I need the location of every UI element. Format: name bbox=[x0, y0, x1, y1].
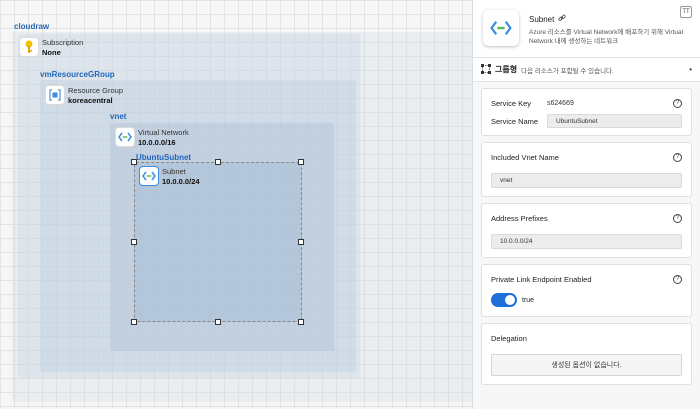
private-link-card: Private Link Endpoint Enabled ? true bbox=[481, 264, 692, 317]
properties-panel: Subnet Azure 리소스를 Virtual Network에 배포하기 … bbox=[472, 0, 700, 409]
subnet-label: Subnet bbox=[162, 167, 186, 176]
delegation-label: Delegation bbox=[491, 333, 527, 343]
private-link-value: true bbox=[522, 296, 535, 304]
virtual-network-node[interactable]: Virtual Network 10.0.0.0/16 bbox=[116, 128, 189, 148]
resize-handle-ml[interactable] bbox=[131, 239, 137, 245]
panel-title-row: Subnet bbox=[529, 14, 566, 24]
key-icon bbox=[20, 38, 38, 56]
subscription-label: Subscription bbox=[42, 38, 84, 47]
service-key-label: Service Key bbox=[491, 98, 532, 108]
panel-title: Subnet bbox=[529, 14, 555, 24]
resource-group-label: Resource Group bbox=[68, 86, 124, 95]
subnet-value: 10.0.0.0/24 bbox=[162, 177, 200, 186]
resize-handle-br[interactable] bbox=[298, 319, 304, 325]
private-link-label: Private Link Endpoint Enabled bbox=[491, 274, 592, 284]
subscription-node[interactable]: Subscription None bbox=[20, 38, 83, 58]
group-dot: • bbox=[689, 65, 692, 74]
panel-header: Subnet Azure 리소스를 Virtual Network에 배포하기 … bbox=[473, 0, 700, 58]
resource-group-icon bbox=[46, 86, 64, 104]
virtual-network-value: 10.0.0.0/16 bbox=[138, 138, 176, 147]
vnet-name-card: Included Vnet Name ? vnet bbox=[481, 142, 692, 197]
group-icon bbox=[481, 63, 491, 76]
resource-group-value: koreacentral bbox=[68, 96, 113, 105]
vnet-name-label: Included Vnet Name bbox=[491, 152, 559, 162]
address-prefixes-field[interactable]: 10.0.0.0/24 bbox=[491, 234, 682, 249]
resize-handle-tr[interactable] bbox=[298, 159, 304, 165]
cloud-group-title: cloudraw bbox=[14, 22, 50, 31]
vnet-icon bbox=[116, 128, 134, 146]
subnet-node[interactable]: Subnet 10.0.0.0/24 bbox=[140, 167, 200, 187]
resize-handle-tl[interactable] bbox=[131, 159, 137, 165]
vnet-name-field[interactable]: vnet bbox=[491, 173, 682, 188]
link-icon[interactable] bbox=[558, 14, 566, 24]
service-card: Service Key s624669 ? Service Name Ubunt… bbox=[481, 88, 692, 136]
subnet-icon bbox=[140, 167, 158, 185]
resize-handle-bl[interactable] bbox=[131, 319, 137, 325]
resource-group-title: vmResourceGRoup bbox=[40, 70, 115, 79]
private-link-toggle[interactable] bbox=[491, 293, 517, 307]
address-prefixes-card: Address Prefixes ? 10.0.0.0/24 bbox=[481, 203, 692, 258]
group-type-name: 그룹형 bbox=[495, 65, 518, 74]
help-icon[interactable]: ? bbox=[673, 274, 682, 284]
service-key-value: s624669 bbox=[547, 99, 574, 107]
group-type-desc: 다음 리소스가 포함될 수 있습니다. bbox=[521, 67, 614, 75]
address-prefixes-label: Address Prefixes bbox=[491, 213, 548, 223]
resize-handle-tc[interactable] bbox=[215, 159, 221, 165]
subnet-group-title: UbuntuSubnet bbox=[136, 153, 192, 162]
virtual-network-label: Virtual Network bbox=[138, 128, 189, 137]
resize-handle-mr[interactable] bbox=[298, 239, 304, 245]
service-name-label: Service Name bbox=[491, 116, 539, 126]
panel-description: Azure 리소스를 Virtual Network에 배포하기 위해 Virt… bbox=[529, 29, 684, 45]
resize-handle-bc[interactable] bbox=[215, 319, 221, 325]
subnet-resource-icon bbox=[483, 10, 519, 46]
help-icon[interactable]: ? bbox=[673, 98, 682, 108]
vnet-group-title: vnet bbox=[110, 112, 127, 121]
delegation-empty-box: 생성된 옵션이 없습니다. bbox=[491, 354, 682, 376]
group-type-row: 그룹형 다음 리소스가 포함될 수 있습니다. • bbox=[473, 58, 700, 82]
font-size-toggle[interactable]: TT bbox=[680, 6, 692, 18]
resource-group-node[interactable]: Resource Group koreacentral bbox=[46, 86, 123, 106]
delegation-card: Delegation 생성된 옵션이 없습니다. bbox=[481, 323, 692, 385]
help-icon[interactable]: ? bbox=[673, 152, 682, 162]
help-icon[interactable]: ? bbox=[673, 213, 682, 223]
service-name-input[interactable]: UbuntuSubnet bbox=[547, 114, 682, 128]
diagram-canvas[interactable]: cloudraw Subscription None vmResourceGRo… bbox=[0, 0, 472, 409]
subscription-value: None bbox=[42, 48, 61, 57]
